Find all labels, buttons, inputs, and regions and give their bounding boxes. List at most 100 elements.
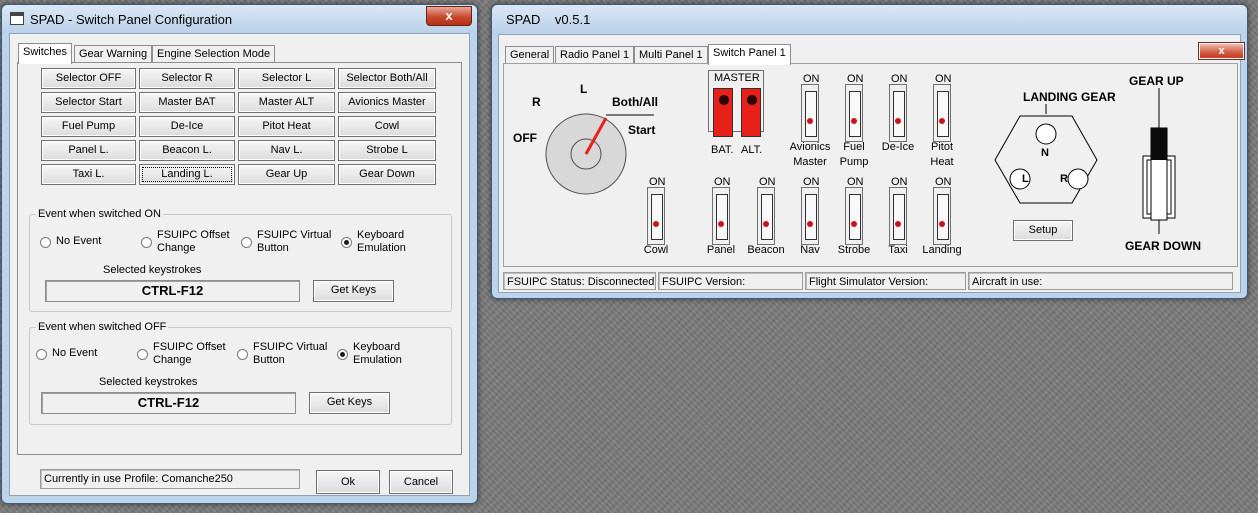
switch-label: Avionics Master [789,141,831,168]
switch-label: Taxi [888,244,908,256]
switch-pitot-heat[interactable] [933,84,951,142]
switch-button[interactable]: Master BAT [139,92,235,113]
switch-cowl[interactable] [647,187,665,245]
switch-de-ice[interactable] [889,84,907,142]
close-icon: x [1218,45,1225,57]
window-title: SPAD - Switch Panel Configuration [30,12,233,27]
gear-r-label: R [1060,173,1068,185]
switch-handle-icon [747,95,757,105]
switch-button[interactable]: De-Ice [139,116,235,137]
switch-handle-icon [719,95,729,105]
switch-button[interactable]: Beacon L. [139,140,235,161]
get-keys-button[interactable]: Get Keys [309,392,390,414]
switch-label: Pitot Heat [930,141,954,168]
switch-beacon[interactable] [757,187,775,245]
switch-button[interactable]: Selector OFF [41,68,136,89]
master-bat-switch[interactable] [713,88,733,137]
switch-nav[interactable] [801,187,819,245]
fsuipc-status: FSUIPC Status: Disconnected [503,272,656,290]
keystrokes-label: Selected keystrokes [103,264,202,276]
selector-r-label: R [532,95,541,109]
switch-button[interactable]: Strobe L [338,140,436,161]
close-icon: x [445,8,453,23]
cancel-button[interactable]: Cancel [389,470,453,494]
event-off-label: Event when switched OFF [36,321,169,333]
switch-panel[interactable] [712,187,730,245]
gear-lever[interactable] [1129,88,1189,238]
switch-button[interactable]: Pitot Heat [238,116,335,137]
switch-button-selected[interactable]: Landing L. [139,164,235,185]
switch-label: Cowl [643,244,669,256]
switch-button[interactable]: Selector L [238,68,335,89]
switch-button[interactable]: Avionics Master [338,92,436,113]
ok-button[interactable]: Ok [316,470,380,494]
switches-tab-panel: Selector OFF Selector R Selector L Selec… [17,62,462,455]
get-keys-button[interactable]: Get Keys [313,280,394,302]
switch-button[interactable]: Selector Both/All [338,68,436,89]
tab-switch-panel-1[interactable]: Switch Panel 1 [708,44,791,65]
switch-button[interactable]: Panel L. [41,140,136,161]
close-button[interactable]: x [426,6,472,26]
gear-l-label: L [1022,173,1029,185]
tab-multi-panel-1[interactable]: Multi Panel 1 [634,46,708,64]
switch-avionics-master[interactable] [801,84,819,142]
keystrokes-label: Selected keystrokes [99,376,198,388]
switch-fuel-pump[interactable] [845,84,863,142]
selector-l-label: L [580,82,588,96]
switch-button[interactable]: Taxi L. [41,164,136,185]
switch-taxi[interactable] [889,187,907,245]
master-bat-label: BAT. [711,144,734,156]
switch-button[interactable]: Fuel Pump [41,116,136,137]
switch-button-grid: Selector OFF Selector R Selector L Selec… [41,68,441,193]
switch-label: Nav [800,244,820,256]
spad-client: General Radio Panel 1 Multi Panel 1 Swit… [498,34,1245,293]
switch-button[interactable]: Cowl [338,116,436,137]
event-on-group: Event when switched ON No Event FSUIPC O… [29,208,452,312]
switch-label: Fuel Pump [839,141,869,168]
gear-n-label: N [1041,147,1049,159]
gear-setup-button[interactable]: Setup [1013,220,1073,241]
fsuipc-version: FSUIPC Version: [658,272,803,290]
tab-gear-warning[interactable]: Gear Warning [74,45,153,63]
spad-titlebar[interactable]: SPAD v0.5.1 [492,5,1247,33]
selector-off-label: OFF [513,131,537,145]
magneto-selector-knob[interactable] [544,106,654,196]
config-window: SPAD - Switch Panel Configuration x Swit… [1,4,478,504]
switch-button[interactable]: Nav L. [238,140,335,161]
tab-engine-selection-mode[interactable]: Engine Selection Mode [152,45,276,63]
landing-gear-label: LANDING GEAR [1023,90,1116,104]
switch-panel-view: OFF R L Both/All Start MASTER BAT. ALT. [503,63,1238,267]
tab-general[interactable]: General [505,46,555,64]
config-titlebar[interactable]: SPAD - Switch Panel Configuration x [2,5,477,33]
aircraft-in-use: Aircraft in use: [968,272,1233,290]
keystrokes-display: CTRL-F12 [41,392,296,414]
profile-status: Currently in use Profile: Comanche250 [40,469,300,489]
switch-label: Landing [922,244,962,256]
tab-radio-panel-1[interactable]: Radio Panel 1 [555,46,635,64]
master-alt-switch[interactable] [741,88,761,137]
app-icon [10,12,24,25]
switch-label: Panel [706,244,736,256]
event-off-group: Event when switched OFF No Event FSUIPC … [29,321,452,425]
config-client: Switches Gear Warning Engine Selection M… [9,33,470,496]
spad-main-window: SPAD v0.5.1 General Radio Panel 1 Multi … [491,4,1248,299]
switch-landing[interactable] [933,187,951,245]
switch-button[interactable]: Gear Down [338,164,436,185]
master-alt-label: ALT. [741,144,763,156]
switch-button[interactable]: Selector Start [41,92,136,113]
config-tabs: Switches Gear Warning Engine Selection M… [18,43,458,64]
switch-button[interactable]: Selector R [139,68,235,89]
switch-strobe[interactable] [845,187,863,245]
gear-down-label: GEAR DOWN [1125,239,1201,253]
switch-button[interactable]: Master ALT [238,92,335,113]
switch-label: De-Ice [881,141,915,153]
tab-switches[interactable]: Switches [18,43,73,64]
switch-button[interactable]: Gear Up [238,164,335,185]
spad-tabs: General Radio Panel 1 Multi Panel 1 Swit… [505,44,805,65]
master-label: MASTER [714,72,760,84]
event-on-label: Event when switched ON [36,208,163,220]
gear-up-label: GEAR UP [1129,74,1184,88]
panel-close-button[interactable]: x [1198,42,1245,60]
switch-label: Beacon [747,244,785,256]
flight-simulator-version: Flight Simulator Version: [805,272,966,290]
